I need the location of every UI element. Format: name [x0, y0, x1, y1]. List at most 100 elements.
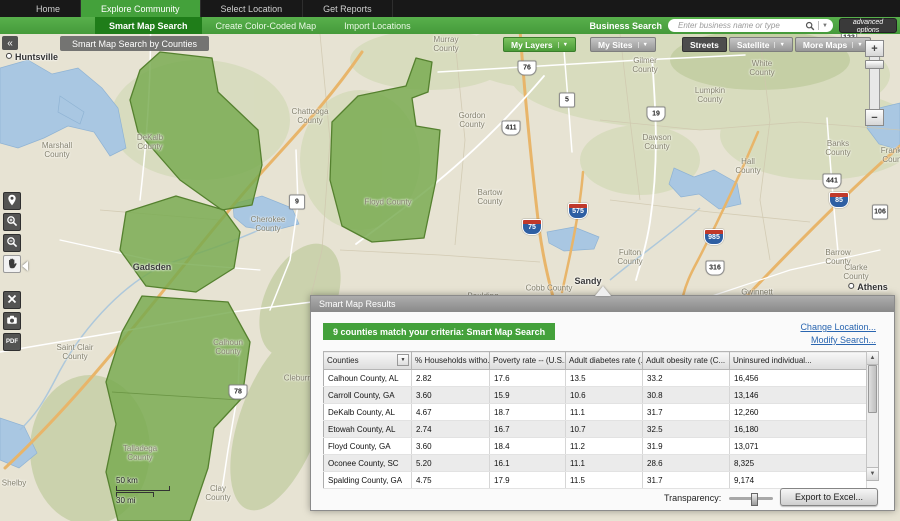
export-pdf-tool-button[interactable]: PDF: [3, 333, 21, 351]
table-row[interactable]: DeKalb County, AL 4.67 18.7 11.1 31.7 12,260: [323, 403, 867, 421]
table-row[interactable]: Carroll County, GA 3.60 15.9 10.6 30.8 13,146: [323, 386, 867, 404]
zoom-slider-handle[interactable]: [865, 60, 884, 69]
map-tools-toolbar: PDF: [3, 192, 21, 351]
streets-basemap-button[interactable]: Streets: [682, 37, 727, 52]
tab-home[interactable]: Home: [16, 0, 82, 17]
chevron-down-icon[interactable]: ▼: [637, 41, 648, 48]
zoom-in-tool-button[interactable]: [3, 213, 21, 231]
value-cell: 28.6: [642, 454, 730, 472]
my-sites-button[interactable]: My Sites ▼: [590, 37, 656, 52]
results-table-wrap: Counties ▼% Households witho... Poverty ra…: [323, 351, 879, 489]
tab-import-locations[interactable]: Import Locations: [330, 17, 425, 34]
value-cell: 11.2: [565, 437, 643, 455]
transparency-slider[interactable]: [729, 493, 773, 506]
collapse-panel-left-button[interactable]: «: [2, 36, 18, 50]
value-cell: 8,325: [729, 454, 867, 472]
map-toolbar: My Layers ▼ My Sites ▼ Streets Satellite…: [503, 37, 871, 52]
my-layers-label: My Layers: [511, 39, 553, 50]
value-cell: 17.9: [489, 471, 566, 489]
camera-icon: [6, 314, 18, 329]
results-table: Counties ▼% Households witho... Poverty ra…: [323, 351, 867, 489]
column-header[interactable]: % Households witho...: [411, 351, 490, 370]
scroll-down-icon[interactable]: ▼: [867, 467, 878, 480]
column-header[interactable]: Counties ▼: [323, 351, 412, 370]
value-cell: 33.2: [642, 369, 730, 387]
results-links: Change Location... Modify Search...: [800, 322, 876, 345]
tab-smart-map-search[interactable]: Smart Map Search: [95, 17, 202, 34]
my-sites-label: My Sites: [598, 39, 633, 50]
satellite-label: Satellite: [736, 39, 770, 50]
collapse-toolbar-arrow-icon[interactable]: [22, 261, 28, 271]
table-header-row: Counties ▼% Households witho... Poverty ra…: [323, 351, 867, 370]
pin-icon: [6, 194, 18, 209]
table-scrollbar[interactable]: ▲ ▼: [866, 351, 879, 481]
table-row[interactable]: Floyd County, GA 3.60 18.4 11.2 31.9 13,071: [323, 437, 867, 455]
pdf-icon: PDF: [6, 339, 18, 345]
county-cell: Spalding County, GA: [323, 471, 412, 489]
transparency-label: Transparency:: [664, 493, 722, 503]
scrollbar-thumb[interactable]: [868, 365, 877, 413]
zoom-slider[interactable]: [865, 57, 884, 109]
advanced-options-button[interactable]: advanced options: [839, 18, 897, 34]
column-header[interactable]: Adult diabetes rate (...: [565, 351, 643, 370]
business-search-input[interactable]: [676, 20, 806, 31]
column-header[interactable]: Adult obesity rate (C...: [642, 351, 730, 370]
column-header[interactable]: Uninsured individual...: [729, 351, 867, 370]
value-cell: 10.6: [565, 386, 643, 404]
search-icon[interactable]: [805, 21, 815, 31]
zoom-out-tool-button[interactable]: [3, 234, 21, 252]
table-row[interactable]: Calhoun County, AL 2.82 17.6 13.5 33.2 16,456: [323, 369, 867, 387]
zoom-in-button[interactable]: +: [865, 40, 884, 57]
value-cell: 18.4: [489, 437, 566, 455]
business-search-group: Business Search ▼ advanced options: [589, 18, 900, 34]
value-cell: 31.9: [642, 437, 730, 455]
value-cell: 12,260: [729, 403, 867, 421]
more-maps-button[interactable]: More Maps ▼: [794, 37, 871, 52]
top-navigation: Home Explore Community Select Location G…: [0, 0, 900, 17]
screenshot-tool-button[interactable]: [3, 312, 21, 330]
county-cell: Floyd County, GA: [323, 437, 412, 455]
scroll-up-icon[interactable]: ▲: [867, 352, 878, 365]
counties-filter-dropdown-icon[interactable]: ▼: [397, 354, 409, 366]
table-row[interactable]: Etowah County, AL 2.74 16.7 10.7 32.5 16,180: [323, 420, 867, 438]
value-cell: 16,456: [729, 369, 867, 387]
pan-tool-button[interactable]: [3, 255, 21, 273]
location-pin-tool-button[interactable]: [3, 192, 21, 210]
tab-select-location[interactable]: Select Location: [201, 0, 304, 17]
value-cell: 16.1: [489, 454, 566, 472]
tab-explore-community[interactable]: Explore Community: [81, 0, 201, 17]
value-cell: 3.60: [411, 386, 490, 404]
county-cell: Calhoun County, AL: [323, 369, 412, 387]
value-cell: 32.5: [642, 420, 730, 438]
zoom-out-button[interactable]: −: [865, 109, 884, 126]
chevron-down-icon[interactable]: ▼: [852, 41, 863, 48]
chevron-down-icon[interactable]: ▼: [774, 41, 785, 48]
sub-navigation: Smart Map Search Create Color-Coded Map …: [0, 17, 900, 34]
business-search-input-wrap: ▼: [668, 19, 833, 32]
value-cell: 9,174: [729, 471, 867, 489]
value-cell: 30.8: [642, 386, 730, 404]
table-row[interactable]: Spalding County, GA 4.75 17.9 11.5 31.7 9,174: [323, 471, 867, 489]
value-cell: 4.67: [411, 403, 490, 421]
my-layers-button[interactable]: My Layers ▼: [503, 37, 577, 52]
change-location-link[interactable]: Change Location...: [800, 322, 876, 332]
column-header[interactable]: Poverty rate -- (U.S...: [489, 351, 566, 370]
table-row[interactable]: Oconee County, SC 5.20 16.1 11.1 28.6 8,325: [323, 454, 867, 472]
results-panel-header[interactable]: Smart Map Results: [311, 296, 894, 312]
chevron-down-icon[interactable]: ▼: [557, 41, 568, 48]
transparency-slider-handle[interactable]: [751, 493, 758, 506]
modify-search-link[interactable]: Modify Search...: [811, 335, 876, 345]
magnifier-minus-icon: [6, 236, 18, 251]
streets-label: Streets: [690, 39, 719, 50]
match-count-banner: 9 counties match your criteria: Smart Ma…: [323, 323, 556, 340]
value-cell: 11.1: [565, 454, 643, 472]
satellite-basemap-button[interactable]: Satellite ▼: [728, 37, 793, 52]
search-dropdown-icon[interactable]: ▼: [822, 23, 828, 29]
clear-selection-tool-button[interactable]: [3, 291, 21, 309]
tab-create-color-coded-map[interactable]: Create Color-Coded Map: [202, 17, 331, 34]
export-to-excel-button[interactable]: Export to Excel...: [779, 488, 878, 506]
results-table-body: Calhoun County, AL 2.82 17.6 13.5 33.2 16,456…: [323, 369, 867, 489]
panel-collapse-arrow-icon[interactable]: [594, 286, 611, 296]
tab-get-reports[interactable]: Get Reports: [303, 0, 393, 17]
value-cell: 4.75: [411, 471, 490, 489]
